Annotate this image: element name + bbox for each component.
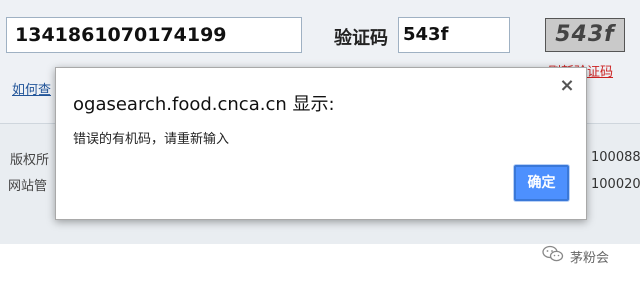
postcode-1: 100088 bbox=[591, 150, 640, 165]
organic-code-input[interactable]: 1341861070174199 bbox=[6, 17, 302, 53]
captcha-input[interactable]: 543f bbox=[398, 17, 510, 53]
captcha-image[interactable]: 543f bbox=[545, 18, 625, 52]
copyright-line: 版权所 bbox=[10, 153, 50, 168]
dialog-message: 错误的有机码，请重新输入 bbox=[73, 132, 230, 147]
watermark-text: 茅粉会 bbox=[570, 250, 610, 266]
howto-link[interactable]: 如何查 bbox=[12, 79, 51, 98]
captcha-label: 验证码 bbox=[334, 28, 388, 49]
alert-dialog: ogasearch.food.cnca.cn 显示: × 错误的有机码，请重新输… bbox=[55, 67, 587, 220]
watermark: 茅粉会 bbox=[542, 244, 609, 268]
website-admin-line: 网站管 bbox=[8, 179, 48, 194]
postcode-2: 100020 bbox=[591, 177, 640, 192]
close-icon[interactable]: × bbox=[558, 77, 576, 95]
dialog-title: ogasearch.food.cnca.cn 显示: bbox=[73, 94, 335, 115]
wechat-icon bbox=[542, 245, 564, 267]
ok-button[interactable]: 确定 bbox=[514, 165, 569, 201]
